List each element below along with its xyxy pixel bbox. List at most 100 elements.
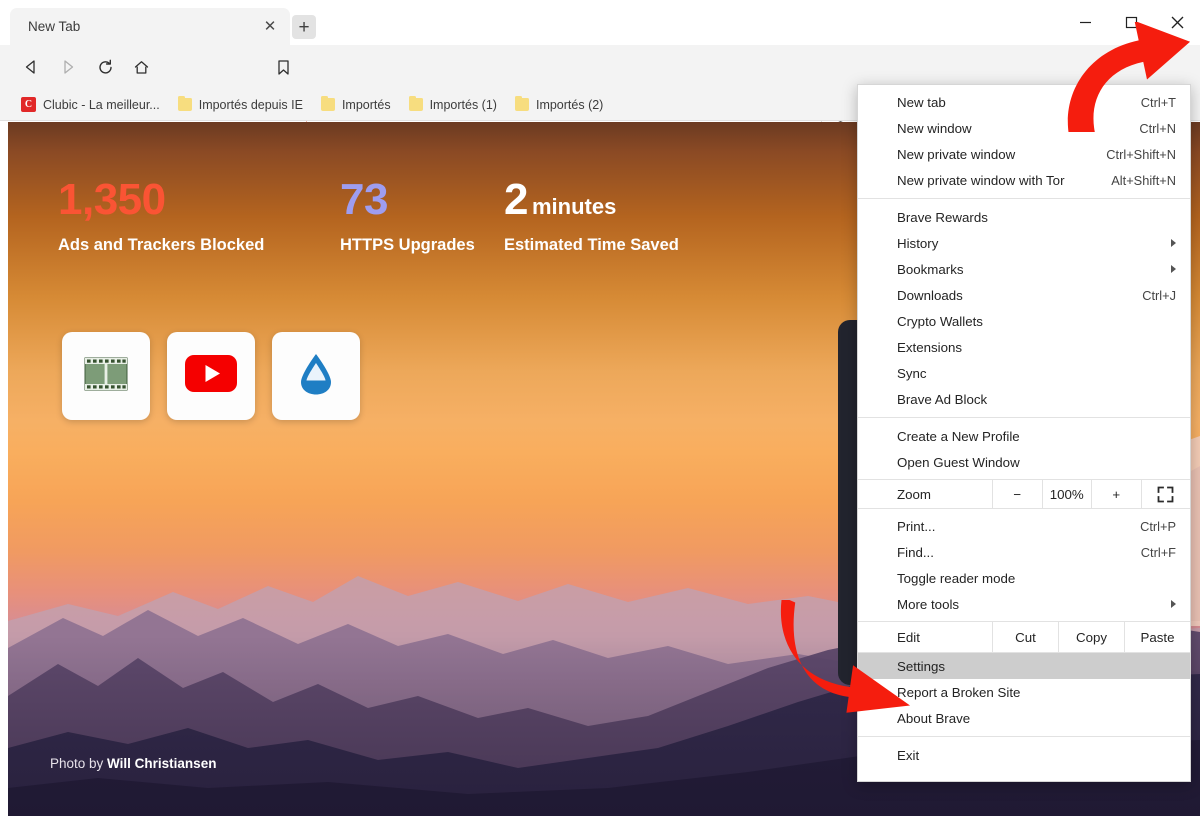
bookmark-label: Importés xyxy=(342,98,391,112)
menu-item-new-window[interactable]: New window Ctrl+N xyxy=(858,115,1190,141)
menu-item-label: Exit xyxy=(897,748,1176,763)
back-arrow-icon[interactable] xyxy=(18,54,44,80)
close-icon[interactable] xyxy=(1154,0,1200,45)
folder-icon xyxy=(409,98,423,111)
bookmark-folder-importes[interactable]: Importés xyxy=(312,96,400,114)
menu-item-label: Extensions xyxy=(897,340,1176,355)
menu-item-accelerator: Ctrl+N xyxy=(1139,121,1176,136)
menu-item-downloads[interactable]: Downloads Ctrl+J xyxy=(858,282,1190,308)
menu-item-accelerator: Ctrl+Shift+N xyxy=(1106,147,1176,162)
menu-item-label: Find... xyxy=(897,545,1129,560)
folder-icon xyxy=(515,98,529,111)
film-strip-tile[interactable] xyxy=(62,332,150,420)
menu-edit-row: Edit Cut Copy Paste xyxy=(858,622,1190,652)
paste-button[interactable]: Paste xyxy=(1124,622,1190,652)
stat-label: HTTPS Upgrades xyxy=(340,236,504,255)
close-tab-icon[interactable]: ✕ xyxy=(260,17,280,37)
youtube-tile[interactable] xyxy=(167,332,255,420)
top-sites-tiles xyxy=(62,332,360,420)
bookmark-label: Importés depuis IE xyxy=(199,98,303,112)
forward-arrow-icon[interactable] xyxy=(55,54,81,80)
stat-value: 73 xyxy=(340,178,504,222)
menu-item-label: New tab xyxy=(897,95,1129,110)
menu-item-new-tab[interactable]: New tab Ctrl+T xyxy=(858,89,1190,115)
photo-credit-prefix: Photo by xyxy=(50,756,107,771)
zoom-out-button[interactable]: − xyxy=(992,480,1042,508)
menu-item-label: Brave Rewards xyxy=(897,210,1176,225)
menu-item-crypto-wallets[interactable]: Crypto Wallets xyxy=(858,308,1190,334)
stat-label: Estimated Time Saved xyxy=(504,236,679,255)
tab-title: New Tab xyxy=(28,19,260,34)
maximize-icon[interactable] xyxy=(1108,0,1154,45)
bookmark-folder-importes-1[interactable]: Importés (1) xyxy=(400,96,506,114)
menu-item-accelerator: Alt+Shift+N xyxy=(1111,173,1176,188)
menu-item-more-tools[interactable]: More tools xyxy=(858,591,1190,617)
menu-item-label: Sync xyxy=(897,366,1176,381)
menu-item-create-a-new-profile[interactable]: Create a New Profile xyxy=(858,423,1190,449)
cut-button[interactable]: Cut xyxy=(992,622,1058,652)
menu-item-print[interactable]: Print... Ctrl+P xyxy=(858,513,1190,539)
bookmark-label: Importés (1) xyxy=(430,98,497,112)
menu-item-accelerator: Ctrl+J xyxy=(1142,288,1176,303)
stat-estimated-time-saved: 2 minutes Estimated Time Saved xyxy=(504,178,679,255)
stat-value: 1,350 xyxy=(58,178,340,222)
stat-unit: minutes xyxy=(532,194,616,220)
privacy-stats: 1,350 Ads and Trackers Blocked 73 HTTPS … xyxy=(58,178,679,255)
menu-item-brave-rewards[interactable]: Brave Rewards xyxy=(858,204,1190,230)
film-strip-icon xyxy=(84,357,128,396)
photo-credit-author: Will Christiansen xyxy=(107,756,216,771)
bookmark-label: Importés (2) xyxy=(536,98,603,112)
window-controls xyxy=(1062,0,1200,45)
bookmark-folder-importes-2[interactable]: Importés (2) xyxy=(506,96,612,114)
menu-item-about-brave[interactable]: About Brave xyxy=(858,705,1190,731)
menu-item-open-guest-window[interactable]: Open Guest Window xyxy=(858,449,1190,475)
menu-item-label: Bookmarks xyxy=(897,262,1163,277)
menu-item-label: Toggle reader mode xyxy=(897,571,1176,586)
zoom-label: Zoom xyxy=(858,480,992,508)
menu-item-extensions[interactable]: Extensions xyxy=(858,334,1190,360)
menu-item-exit[interactable]: Exit xyxy=(858,742,1190,768)
fullscreen-button[interactable] xyxy=(1141,480,1191,508)
menu-item-accelerator: Ctrl+P xyxy=(1140,519,1176,534)
menu-item-label: New private window xyxy=(897,147,1094,162)
menu-item-bookmarks[interactable]: Bookmarks xyxy=(858,256,1190,282)
menu-item-brave-ad-block[interactable]: Brave Ad Block xyxy=(858,386,1190,412)
reload-icon[interactable] xyxy=(92,54,118,80)
menu-item-label: New private window with Tor xyxy=(897,173,1099,188)
blue-water-drop-icon xyxy=(297,352,335,401)
folder-icon xyxy=(178,98,192,111)
stat-value: 2 xyxy=(504,178,528,222)
menu-item-new-private-window[interactable]: New private window Ctrl+Shift+N xyxy=(858,141,1190,167)
minimize-icon[interactable] xyxy=(1062,0,1108,45)
menu-item-label: Crypto Wallets xyxy=(897,314,1176,329)
menu-item-new-private-window-with-tor[interactable]: New private window with Tor Alt+Shift+N xyxy=(858,167,1190,193)
zoom-level-value: 100% xyxy=(1042,480,1092,508)
bookmark-folder-importes-depuis-ie[interactable]: Importés depuis IE xyxy=(169,96,312,114)
submenu-arrow-icon xyxy=(1171,265,1176,273)
menu-item-sync[interactable]: Sync xyxy=(858,360,1190,386)
zoom-in-button[interactable]: + xyxy=(1091,480,1141,508)
home-icon[interactable] xyxy=(128,54,154,80)
submenu-arrow-icon xyxy=(1171,239,1176,247)
menu-item-label: New window xyxy=(897,121,1127,136)
new-tab-button[interactable]: + xyxy=(292,15,316,39)
bookmark-icon[interactable] xyxy=(270,54,296,80)
menu-item-accelerator: Ctrl+F xyxy=(1141,545,1176,560)
fullscreen-icon xyxy=(1157,486,1174,503)
water-drop-tile[interactable] xyxy=(272,332,360,420)
stat-label: Ads and Trackers Blocked xyxy=(58,236,340,255)
menu-item-report-a-broken-site[interactable]: Report a Broken Site xyxy=(858,679,1190,705)
menu-item-find[interactable]: Find... Ctrl+F xyxy=(858,539,1190,565)
stat-https-upgrades: 73 HTTPS Upgrades xyxy=(340,178,504,255)
browser-tab[interactable]: New Tab ✕ xyxy=(10,8,290,45)
menu-item-label: About Brave xyxy=(897,711,1176,726)
menu-item-settings[interactable]: Settings xyxy=(858,653,1190,679)
menu-item-label: Open Guest Window xyxy=(897,455,1176,470)
bookmark-item-clubic[interactable]: C Clubic - La meilleur... xyxy=(12,95,169,114)
menu-item-history[interactable]: History xyxy=(858,230,1190,256)
menu-item-toggle-reader-mode[interactable]: Toggle reader mode xyxy=(858,565,1190,591)
clubic-favicon: C xyxy=(21,97,36,112)
menu-item-label: History xyxy=(897,236,1163,251)
copy-button[interactable]: Copy xyxy=(1058,622,1124,652)
menu-separator xyxy=(858,198,1190,199)
